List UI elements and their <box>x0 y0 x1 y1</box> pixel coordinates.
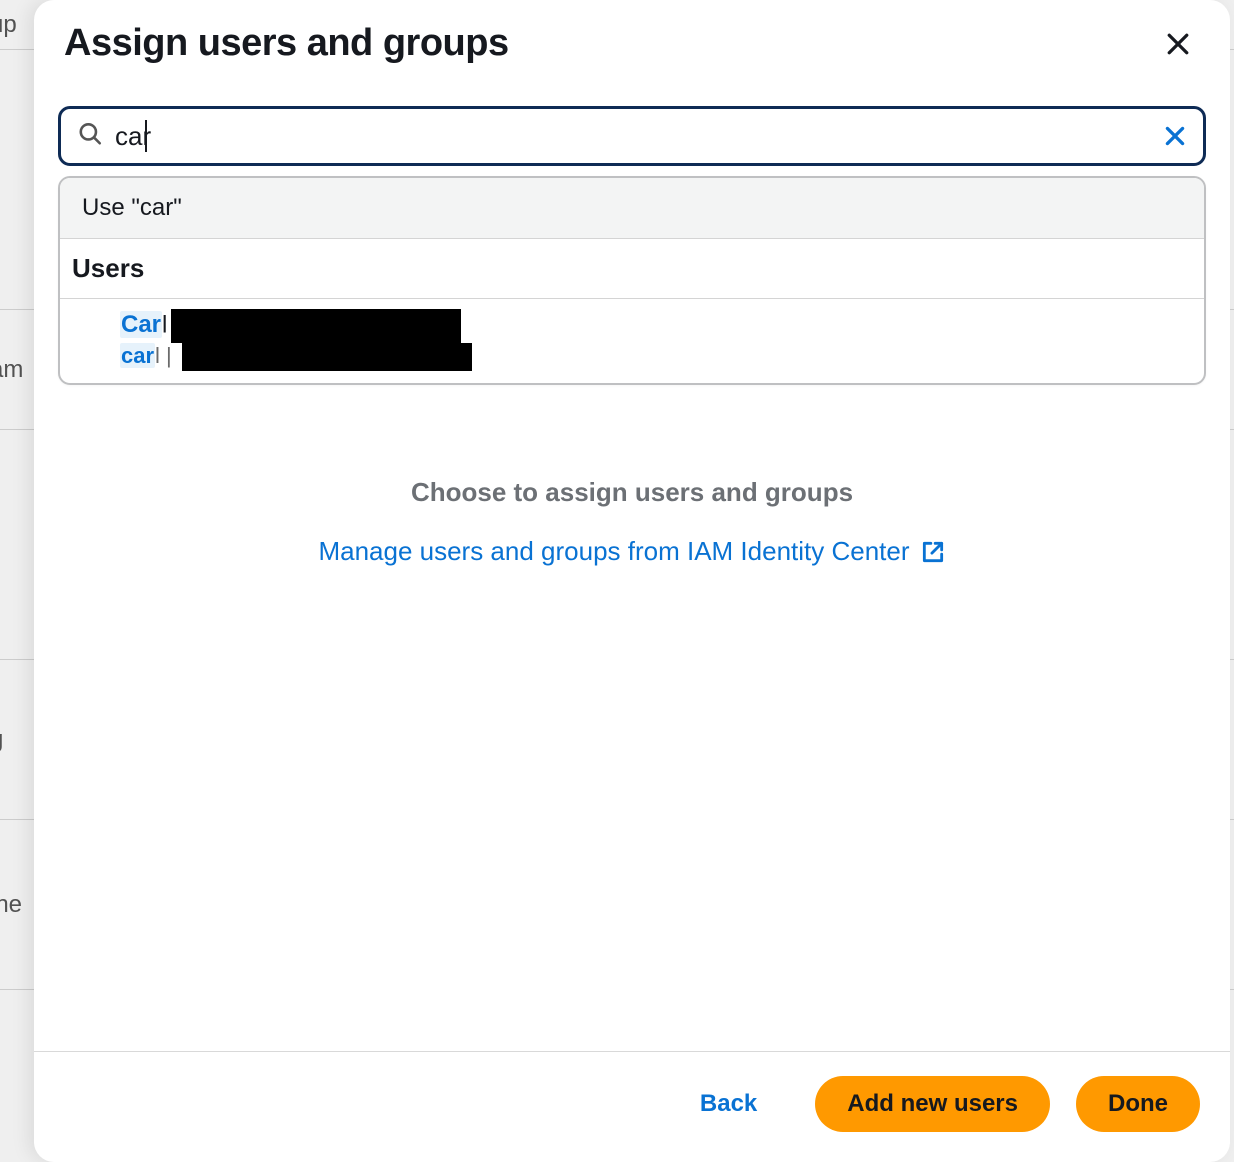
clear-search-button[interactable] <box>1157 118 1193 154</box>
dialog-header: Assign users and groups <box>34 0 1230 66</box>
user-username-line: carl | <box>120 343 1192 371</box>
user-suggestion[interactable]: Carl carl | <box>60 299 1204 383</box>
redacted-text <box>182 343 472 371</box>
search-input[interactable]: car <box>115 120 147 152</box>
match-highlight: car <box>120 343 155 368</box>
suggestions-section-users: Users <box>60 239 1204 299</box>
manage-users-link-label: Manage users and groups from IAM Identit… <box>318 536 909 567</box>
use-literal-option[interactable]: Use "car" <box>60 178 1204 239</box>
empty-state-message: Choose to assign users and groups <box>58 477 1206 508</box>
add-new-users-label: Add new users <box>847 1090 1018 1118</box>
search-suggestions: Use "car" Users Carl carl | <box>58 176 1206 385</box>
back-button[interactable]: Back <box>668 1076 789 1132</box>
dialog-body: car Use "car" Users Carl carl | Ch <box>34 66 1230 1051</box>
close-icon <box>1163 29 1193 59</box>
back-button-label: Back <box>700 1090 757 1118</box>
empty-state: Choose to assign users and groups Manage… <box>58 477 1206 567</box>
manage-users-link[interactable]: Manage users and groups from IAM Identit… <box>318 536 945 567</box>
add-new-users-button[interactable]: Add new users <box>815 1076 1050 1132</box>
match-highlight: Car <box>120 311 162 338</box>
close-button[interactable] <box>1156 22 1200 66</box>
done-button-label: Done <box>1108 1090 1168 1118</box>
assign-users-dialog: Assign users and groups car Use "car" Us… <box>34 0 1230 1162</box>
redacted-text <box>171 309 461 343</box>
x-icon <box>1162 123 1188 149</box>
use-literal-label: Use "car" <box>82 194 182 221</box>
user-display-name: Carl <box>120 309 1192 343</box>
search-input-container[interactable]: car <box>58 106 1206 166</box>
external-link-icon <box>920 539 946 565</box>
done-button[interactable]: Done <box>1076 1076 1200 1132</box>
text-cursor <box>145 120 147 152</box>
dialog-footer: Back Add new users Done <box>34 1051 1230 1162</box>
dialog-title: Assign users and groups <box>64 22 509 65</box>
search-icon <box>77 121 103 152</box>
